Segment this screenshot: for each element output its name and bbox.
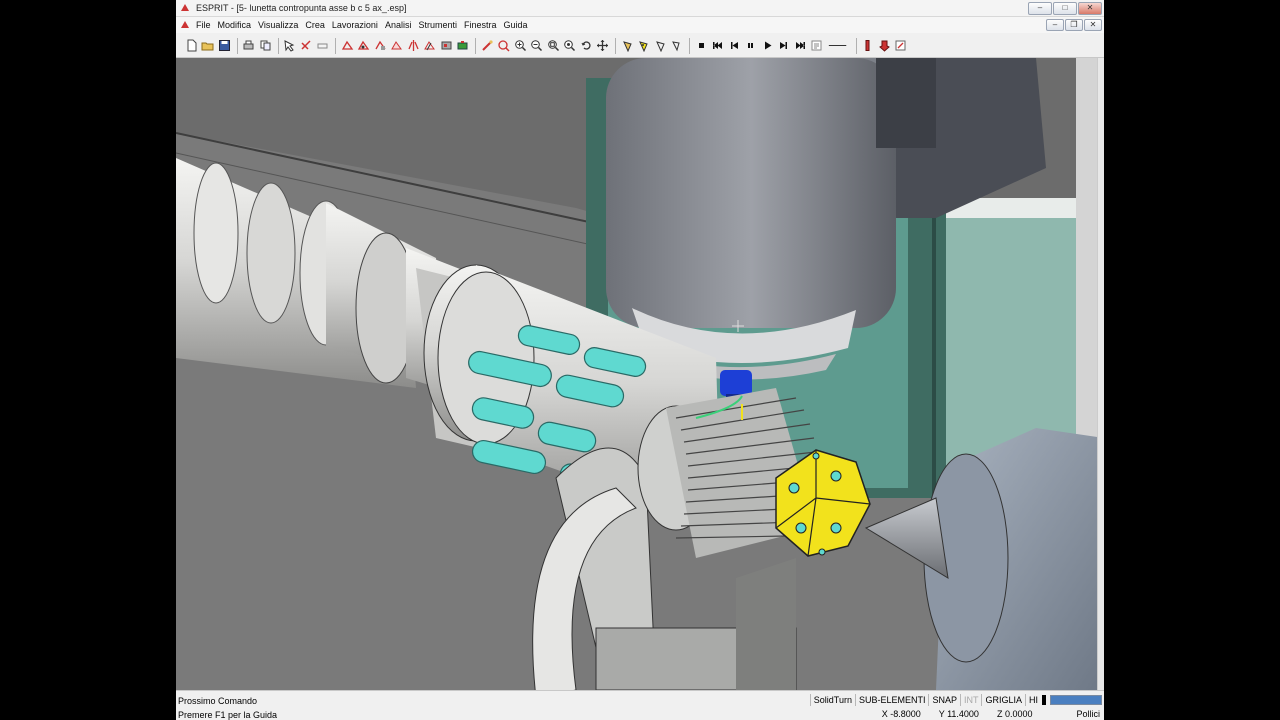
vertical-scrollbar[interactable]: [1097, 58, 1104, 690]
esprit-app-icon: [181, 4, 189, 11]
print-icon[interactable]: [242, 39, 256, 53]
shade-icon[interactable]: [620, 39, 634, 53]
stop-icon[interactable]: [694, 39, 708, 53]
pan-icon[interactable]: [596, 39, 610, 53]
transform-icon[interactable]: [357, 39, 371, 53]
indicator-int[interactable]: INT: [959, 694, 982, 706]
coord-y: Y 11.4000: [938, 709, 979, 719]
units-label: Pollici: [1076, 709, 1100, 719]
tool-path-icon[interactable]: [861, 39, 875, 53]
view-cube-icon[interactable]: [670, 39, 684, 53]
save-icon[interactable]: [217, 39, 231, 53]
help-hint: Premere F1 per la Guida: [178, 710, 278, 720]
next-command-label: Prossimo Comando: [178, 696, 258, 706]
progress-fill: [1051, 696, 1101, 704]
group-icon[interactable]: [373, 39, 387, 53]
minimize-button[interactable]: –: [1028, 2, 1052, 15]
close-button[interactable]: ✕: [1078, 2, 1102, 15]
mirror-icon[interactable]: [406, 39, 420, 53]
maximize-button[interactable]: □: [1053, 2, 1077, 15]
rewind-icon[interactable]: [711, 39, 725, 53]
menu-finestra[interactable]: Finestra: [464, 20, 497, 30]
new-file-icon[interactable]: [184, 39, 198, 53]
close-simulation-icon[interactable]: [894, 39, 908, 53]
zoom-window-icon[interactable]: [546, 39, 560, 53]
doc-restore-button[interactable]: ❐: [1065, 19, 1083, 31]
eraser-icon[interactable]: [316, 39, 330, 53]
zoom-in-icon[interactable]: [513, 39, 527, 53]
3d-viewport[interactable]: [176, 58, 1104, 690]
menu-analisi[interactable]: Analisi: [385, 20, 412, 30]
tool-icon[interactable]: [456, 39, 470, 53]
fast-forward-icon[interactable]: [793, 39, 807, 53]
document-icon: [181, 21, 189, 28]
menu-guida[interactable]: Guida: [503, 20, 527, 30]
step-forward-icon[interactable]: [777, 39, 791, 53]
menu-file[interactable]: File: [196, 20, 211, 30]
wireframe-icon[interactable]: [653, 39, 667, 53]
rotate-icon[interactable]: [579, 39, 593, 53]
layer-icon[interactable]: [340, 39, 354, 53]
progress-bar: [1050, 695, 1102, 705]
copy-feature-icon[interactable]: [423, 39, 437, 53]
machining-scene: [176, 58, 1104, 690]
line-icon[interactable]: [826, 39, 850, 53]
indicator-snap[interactable]: SNAP: [928, 694, 960, 706]
coord-x: X -8.8000: [881, 709, 921, 719]
status-bar: Prossimo Comando Premere F1 per la Guida…: [176, 690, 1104, 720]
hi-indicator-bar: [1042, 695, 1046, 705]
zoom-extents-icon[interactable]: [563, 39, 577, 53]
zoom-out-icon[interactable]: [530, 39, 544, 53]
settings-icon[interactable]: [480, 39, 494, 53]
shade-solid-icon[interactable]: [637, 39, 651, 53]
simulation-settings-icon[interactable]: [810, 39, 824, 53]
indicator-sub-elementi[interactable]: SUB-ELEMENTI: [854, 694, 929, 706]
window-title: ESPRIT - [5- lunetta contropunta asse b …: [196, 3, 407, 13]
clamp-icon[interactable]: [877, 39, 891, 53]
main-toolbar: [176, 34, 1104, 58]
indicator-griglia[interactable]: GRIGLIA: [981, 694, 1025, 706]
title-bar: ESPRIT - [5- lunetta contropunta asse b …: [176, 0, 1104, 17]
menu-lavorazioni[interactable]: Lavorazioni: [332, 20, 378, 30]
menu-visualizza[interactable]: Visualizza: [258, 20, 298, 30]
doc-minimize-button[interactable]: –: [1046, 19, 1064, 31]
play-icon[interactable]: [760, 39, 774, 53]
redraw-icon[interactable]: [497, 39, 511, 53]
pause-icon[interactable]: [744, 39, 758, 53]
select-icon[interactable]: [283, 39, 297, 53]
menu-modifica[interactable]: Modifica: [218, 20, 252, 30]
copy-icon[interactable]: [258, 39, 272, 53]
application-window: ESPRIT - [5- lunetta contropunta asse b …: [176, 0, 1104, 720]
doc-close-button[interactable]: ✕: [1084, 19, 1102, 31]
coord-z: Z 0.0000: [996, 709, 1033, 719]
open-folder-icon[interactable]: [201, 39, 215, 53]
step-back-icon[interactable]: [727, 39, 741, 53]
machine-icon[interactable]: [439, 39, 453, 53]
indicator-solidturn[interactable]: SolidTurn: [809, 694, 855, 706]
trim-icon[interactable]: [299, 39, 313, 53]
menu-bar: File Modifica Visualizza Crea Lavorazion…: [176, 17, 1104, 33]
menu-crea[interactable]: Crea: [305, 20, 325, 30]
menu-strumenti[interactable]: Strumenti: [418, 20, 457, 30]
feature-icon[interactable]: [390, 39, 404, 53]
indicator-hi[interactable]: HI: [1025, 694, 1041, 706]
